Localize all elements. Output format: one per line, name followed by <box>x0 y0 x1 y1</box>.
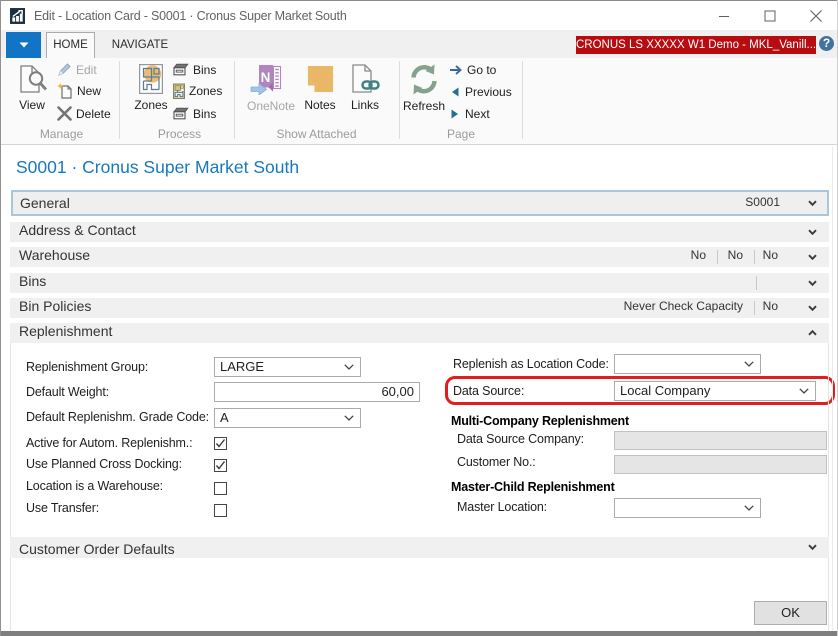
svg-text:N: N <box>261 70 271 85</box>
